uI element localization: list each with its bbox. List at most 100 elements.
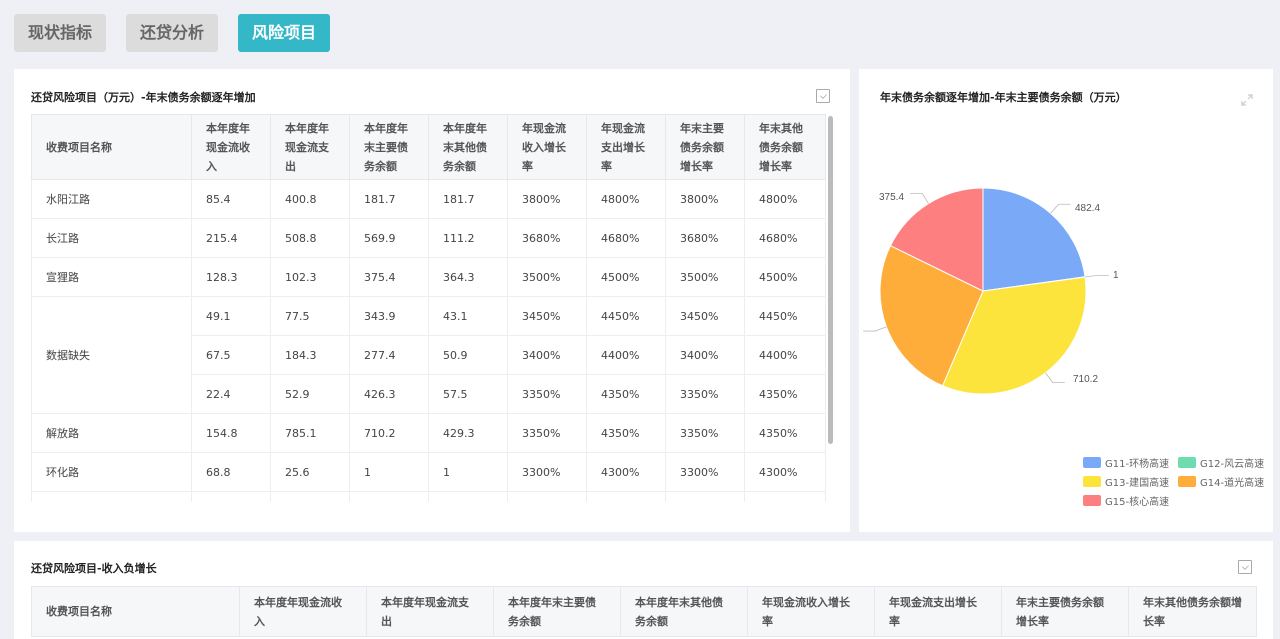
header-other-debt-growth[interactable]: 年末其他债务余额增长率 (744, 114, 826, 180)
cell: 3680% (665, 218, 745, 258)
tab-risk-projects[interactable]: 风险项目 (238, 14, 331, 52)
cell: 49.1 (191, 296, 271, 336)
risk-projects-panel: 还贷风险项目（万元）-年末债务余额逐年增加 收费项目名称 本年度年现金流收入 本… (14, 69, 850, 532)
cell: 4800% (744, 179, 826, 219)
pie-chart: 482.4 1 710.2 375.4 (863, 187, 1119, 395)
table-row[interactable]: 解放路 154.8 785.1 710.2 429.3 3350% 4350% … (31, 413, 826, 453)
header-other-debt-growth[interactable]: 年末其他债务余额增长率 (1128, 586, 1257, 637)
table-row[interactable] (31, 491, 826, 502)
header-income-growth[interactable]: 年现金流收入增长率 (747, 586, 875, 637)
table-header-row: 收费项目名称 本年度年现金流收入 本年度年现金流支出 本年度年末主要债务余额 本… (31, 114, 826, 180)
panel-title: 还贷风险项目-收入负增长 (31, 562, 157, 575)
leader-line-g13 (1045, 372, 1065, 383)
cell: 343.9 (349, 296, 429, 336)
legend-label: G14-道光高速 (1200, 478, 1265, 489)
cell: 3500% (665, 257, 745, 297)
table-row[interactable]: 环化路 68.8 25.6 1 1 3300% 4300% 3300% 4300… (31, 452, 826, 492)
cell: 57.5 (428, 374, 508, 414)
cell-empty (665, 491, 745, 502)
cell: 3800% (507, 179, 587, 219)
cell: 3350% (665, 413, 745, 453)
header-cash-expense[interactable]: 本年度年现金流支出 (366, 586, 494, 637)
header-income-growth[interactable]: 年现金流收入增长率 (507, 114, 587, 180)
legend-item-g12[interactable]: G12-风云高速 (1178, 455, 1264, 470)
cell: 364.3 (428, 257, 508, 297)
cell: 426.3 (349, 374, 429, 414)
table-row[interactable]: 数据缺失 49.1 77.5 343.9 43.1 3450% 4450% 34… (31, 296, 826, 414)
legend-item-g13[interactable]: G13-建国高速 (1083, 474, 1169, 489)
cell: 3450% (665, 296, 745, 336)
legend-swatch (1083, 495, 1101, 506)
slice-label-g15: 375.4 (879, 192, 904, 203)
leader-line-g12 (1084, 274, 1109, 278)
header-project-name[interactable]: 收费项目名称 (31, 114, 192, 180)
cell-project-name: 解放路 (31, 413, 192, 453)
cell: 1 (349, 452, 429, 492)
leader-line-g14 (863, 326, 887, 332)
cell: 43.1 (428, 296, 508, 336)
legend-item-g14[interactable]: G14-道光高速 (1178, 474, 1264, 489)
cell-project-name: 环化路 (31, 452, 192, 492)
header-cash-income[interactable]: 本年度年现金流收入 (239, 586, 367, 637)
risk-table: 收费项目名称 本年度年现金流收入 本年度年现金流支出 本年度年末主要债务余额 本… (31, 114, 826, 502)
table-row[interactable]: 水阳江路 85.4 400.8 181.7 181.7 3800% 4800% … (31, 179, 826, 219)
cell: 4500% (744, 257, 826, 297)
table-row[interactable]: 宣狸路 128.3 102.3 375.4 364.3 3500% 4500% … (31, 257, 826, 297)
cell: 4350% (586, 413, 666, 453)
header-main-debt-growth[interactable]: 年末主要债务余额增长率 (1001, 586, 1129, 637)
cell: 4400% (744, 335, 826, 375)
pie-chart-panel: 年末债务余额逐年增加-年末主要债务余额（万元） 482.4 1 710.2 37… (859, 69, 1273, 532)
legend-label: G12-风云高速 (1200, 459, 1265, 470)
cell: 4350% (744, 413, 826, 453)
table-wrapper[interactable]: 收费项目名称 本年度年现金流收入 本年度年现金流支出 本年度年末主要债务余额 本… (31, 114, 826, 502)
cell: 102.3 (270, 257, 350, 297)
header-other-debt[interactable]: 本年度年末其他债务余额 (620, 586, 748, 637)
cell: 184.3 (270, 335, 350, 375)
cell-empty (507, 491, 587, 502)
cell: 3350% (507, 374, 587, 414)
header-cash-expense[interactable]: 本年度年现金流支出 (270, 114, 350, 180)
pie-slice-g11[interactable] (982, 187, 1086, 292)
cell: 4680% (744, 218, 826, 258)
cell: 154.8 (191, 413, 271, 453)
cell: 277.4 (349, 335, 429, 375)
header-expense-growth[interactable]: 年现金流支出增长率 (874, 586, 1002, 637)
cell: 375.4 (349, 257, 429, 297)
panel-title: 还贷风险项目（万元）-年末债务余额逐年增加 (31, 91, 256, 104)
cell: 4400% (586, 335, 666, 375)
header-cash-income[interactable]: 本年度年现金流收入 (191, 114, 271, 180)
cell: 67.5 (191, 335, 271, 375)
legend-item-g15[interactable]: G15-核心高速 (1083, 493, 1169, 508)
expand-icon[interactable] (1241, 94, 1253, 106)
download-icon[interactable] (1238, 560, 1252, 574)
cell-empty (744, 491, 826, 502)
negative-growth-table: 收费项目名称 本年度年现金流收入 本年度年现金流支出 本年度年末主要债务余额 本… (31, 586, 1257, 637)
cell: 785.1 (270, 413, 350, 453)
leader-line-g15 (910, 193, 929, 204)
cell: 25.6 (270, 452, 350, 492)
cell: 569.9 (349, 218, 429, 258)
cell: 3450% (507, 296, 587, 336)
panel-title: 年末债务余额逐年增加-年末主要债务余额（万元） (880, 91, 1127, 104)
cell: 4450% (744, 296, 826, 336)
tab-current-indicators[interactable]: 现状指标 (14, 14, 107, 52)
tab-loan-analysis[interactable]: 还贷分析 (126, 14, 219, 52)
cell-empty (270, 491, 350, 502)
negative-growth-panel: 还贷风险项目-收入负增长 收费项目名称 本年度年现金流收入 本年度年现金流支出 … (14, 541, 1273, 639)
cell: 128.3 (191, 257, 271, 297)
header-other-debt[interactable]: 本年度年末其他债务余额 (428, 114, 508, 180)
cell: 710.2 (349, 413, 429, 453)
header-main-debt[interactable]: 本年度年末主要债务余额 (349, 114, 429, 180)
cell-empty (191, 491, 271, 502)
cell: 4350% (586, 374, 666, 414)
table-scrollbar[interactable] (828, 116, 833, 444)
cell: 22.4 (191, 374, 271, 414)
header-main-debt[interactable]: 本年度年末主要债务余额 (493, 586, 621, 637)
table-row[interactable]: 长江路 215.4 508.8 569.9 111.2 3680% 4680% … (31, 218, 826, 258)
legend-item-g11[interactable]: G11-环杨高速 (1083, 455, 1169, 470)
header-expense-growth[interactable]: 年现金流支出增长率 (586, 114, 666, 180)
download-icon[interactable] (816, 89, 830, 103)
header-project-name[interactable]: 收费项目名称 (31, 586, 240, 637)
header-main-debt-growth[interactable]: 年末主要债务余额增长率 (665, 114, 745, 180)
cell-project-name: 水阳江路 (31, 179, 192, 219)
